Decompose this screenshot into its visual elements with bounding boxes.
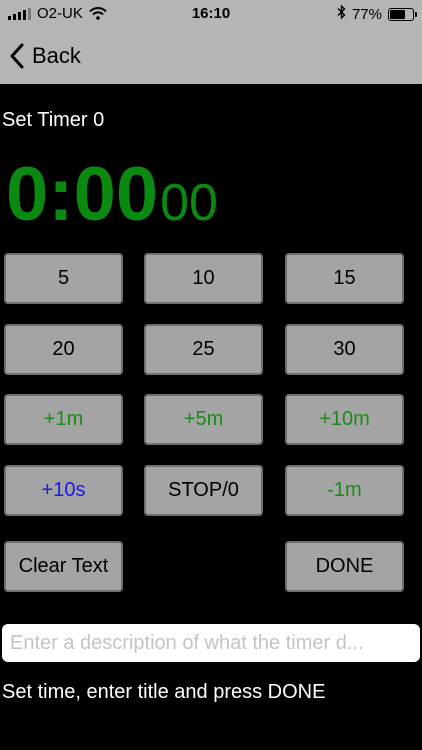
bluetooth-icon <box>337 4 346 23</box>
status-right: 77% <box>337 4 417 23</box>
back-label: Back <box>32 43 81 68</box>
clear-text-button[interactable]: Clear Text <box>4 541 123 592</box>
back-button[interactable]: Back <box>10 40 81 72</box>
battery-icon <box>388 7 417 21</box>
preset-25-button[interactable]: 25 <box>144 324 263 375</box>
page-title: Set Timer 0 <box>2 109 105 131</box>
timer-screen: O2-UK 16:10 77% Back Set Timer 0 0:00 00… <box>0 0 422 750</box>
add-10-minutes-button[interactable]: +10m <box>285 394 404 445</box>
battery-fill <box>390 9 405 19</box>
instruction-text: Set time, enter title and press DONE <box>2 681 326 703</box>
status-bar: O2-UK 16:10 77% <box>0 0 422 28</box>
stop-reset-button[interactable]: STOP/0 <box>144 465 263 516</box>
preset-20-button[interactable]: 20 <box>4 324 123 375</box>
timer-minutes-display: 0:00 <box>6 152 159 237</box>
done-button[interactable]: DONE <box>285 541 404 592</box>
navigation-bar: O2-UK 16:10 77% Back <box>0 0 422 84</box>
preset-10-button[interactable]: 10 <box>144 253 263 304</box>
battery-percent: 77% <box>351 5 382 23</box>
timer-display: 0:00 00 <box>6 157 218 233</box>
add-5-minutes-button[interactable]: +5m <box>144 394 263 445</box>
timer-seconds-display: 00 <box>160 174 218 232</box>
preset-30-button[interactable]: 30 <box>285 324 404 375</box>
add-10-seconds-button[interactable]: +10s <box>4 465 123 516</box>
description-input[interactable] <box>2 624 420 662</box>
preset-5-button[interactable]: 5 <box>4 253 123 304</box>
preset-15-button[interactable]: 15 <box>285 253 404 304</box>
subtract-1-minute-button[interactable]: -1m <box>285 465 404 516</box>
chevron-left-icon <box>10 43 24 69</box>
add-1-minute-button[interactable]: +1m <box>4 394 123 445</box>
